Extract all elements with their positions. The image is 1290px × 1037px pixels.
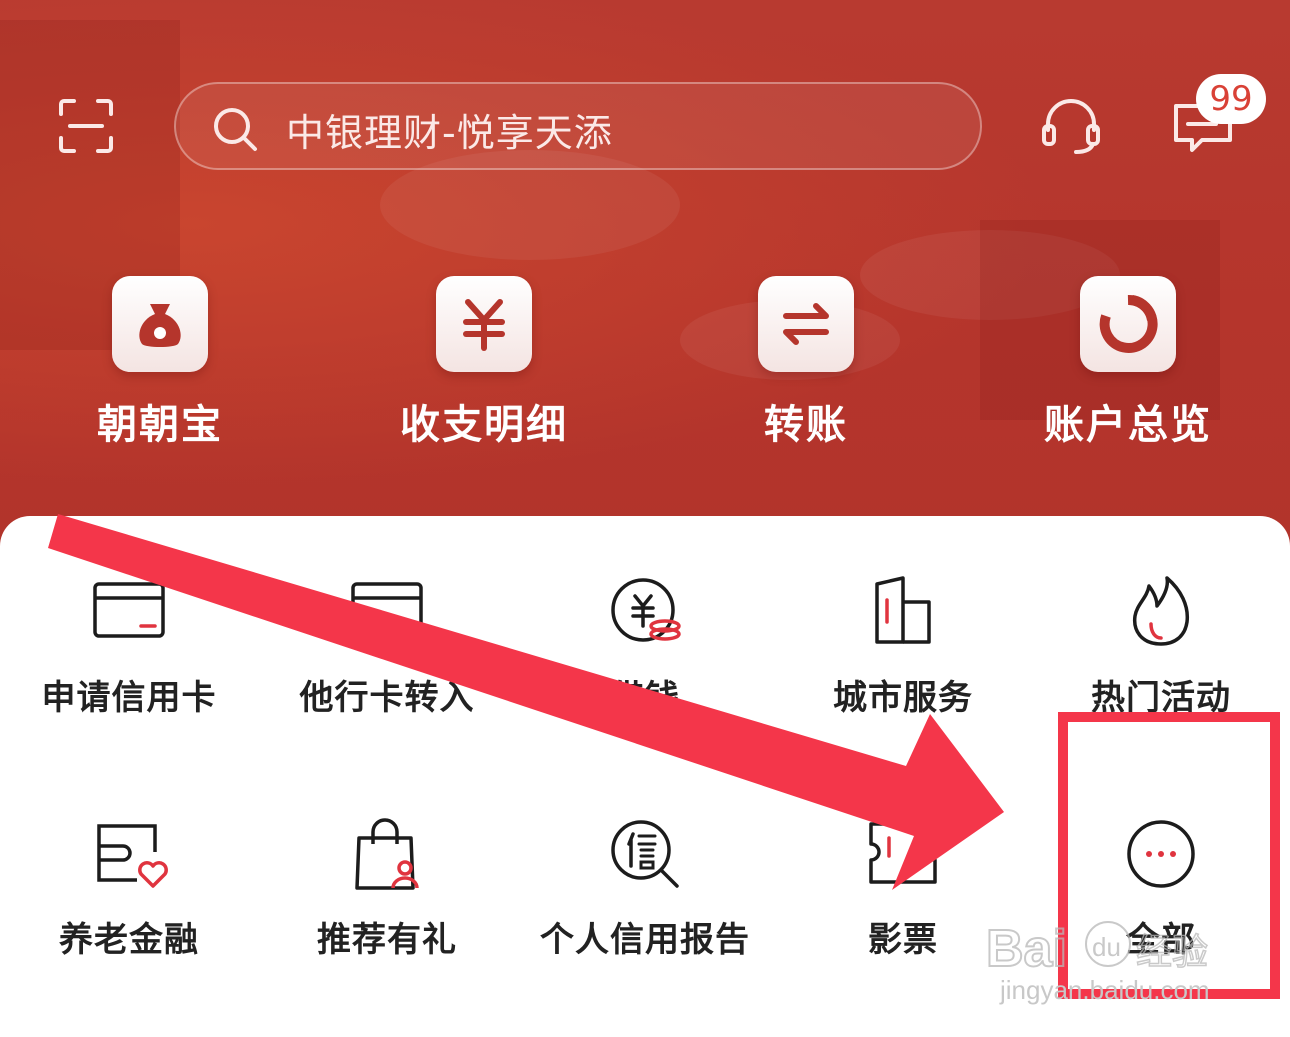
service-city-services[interactable]: 城市服务 xyxy=(774,576,1032,719)
service-borrow-money[interactable]: 借钱 xyxy=(516,576,774,719)
service-other-bank-transfer-in[interactable]: 他行卡转入 xyxy=(258,576,516,719)
search-placeholder: 中银理财-悦享天添 xyxy=(286,111,613,155)
wallet-heart-icon xyxy=(97,824,168,888)
quick-action-transactions[interactable]: 收支明细 xyxy=(374,276,594,450)
quick-action-label: 朝朝宝 xyxy=(97,402,223,448)
loan-coin-icon xyxy=(611,578,681,642)
transfer-arrows-icon xyxy=(758,276,854,372)
city-buildings-icon xyxy=(875,576,931,644)
ticket-icon xyxy=(869,822,937,884)
pie-ring-icon xyxy=(1080,276,1176,372)
quick-action-account-overview[interactable]: 账户总览 xyxy=(1018,276,1238,450)
quick-action-label: 账户总览 xyxy=(1044,402,1212,448)
svg-text:Bai: Bai xyxy=(986,920,1067,978)
service-apply-credit-card[interactable]: 申请信用卡 xyxy=(0,576,258,719)
credit-card-icon xyxy=(93,582,165,638)
service-label: 申请信用卡 xyxy=(41,678,217,718)
scan-button[interactable] xyxy=(58,98,114,154)
card-transfer-icon xyxy=(351,582,423,638)
quick-action-label: 收支明细 xyxy=(400,402,568,448)
service-hot-activities[interactable]: 热门活动 xyxy=(1032,576,1290,719)
svg-text:经验: 经验 xyxy=(1136,932,1208,973)
shopping-bag-user-icon xyxy=(355,818,419,890)
customer-service-button[interactable] xyxy=(1040,98,1102,156)
quick-action-label: 转账 xyxy=(764,402,848,448)
credit-report-search-icon xyxy=(611,820,679,888)
service-label: 城市服务 xyxy=(833,678,973,718)
quick-action-chaochaobao[interactable]: 朝朝宝 xyxy=(50,276,270,450)
header-banner: 中银理财-悦享天添 99 朝朝宝 收支明细 转账 账户总览 xyxy=(0,0,1290,560)
quick-action-transfer[interactable]: 转账 xyxy=(696,276,916,450)
service-label: 养老金融 xyxy=(59,920,199,960)
search-icon xyxy=(214,108,257,151)
message-count-badge: 99 xyxy=(1196,74,1266,124)
service-pension-finance[interactable]: 养老金融 xyxy=(0,818,258,961)
service-label: 借钱 xyxy=(610,678,680,718)
search-input[interactable]: 中银理财-悦享天添 xyxy=(174,82,982,170)
svg-text:du: du xyxy=(1092,932,1121,962)
service-personal-credit-report[interactable]: 个人信用报告 xyxy=(516,818,774,961)
service-label: 个人信用报告 xyxy=(540,920,750,960)
yuan-icon xyxy=(436,276,532,372)
headset-icon xyxy=(1042,99,1100,154)
service-label: 推荐有礼 xyxy=(317,920,457,960)
flame-icon xyxy=(1132,576,1190,646)
service-referral-rewards[interactable]: 推荐有礼 xyxy=(258,818,516,961)
watermark-url: jingyan.baidu.com xyxy=(1000,975,1210,1005)
service-label: 他行卡转入 xyxy=(299,678,475,718)
money-bag-icon xyxy=(112,276,208,372)
scan-icon xyxy=(59,99,113,153)
